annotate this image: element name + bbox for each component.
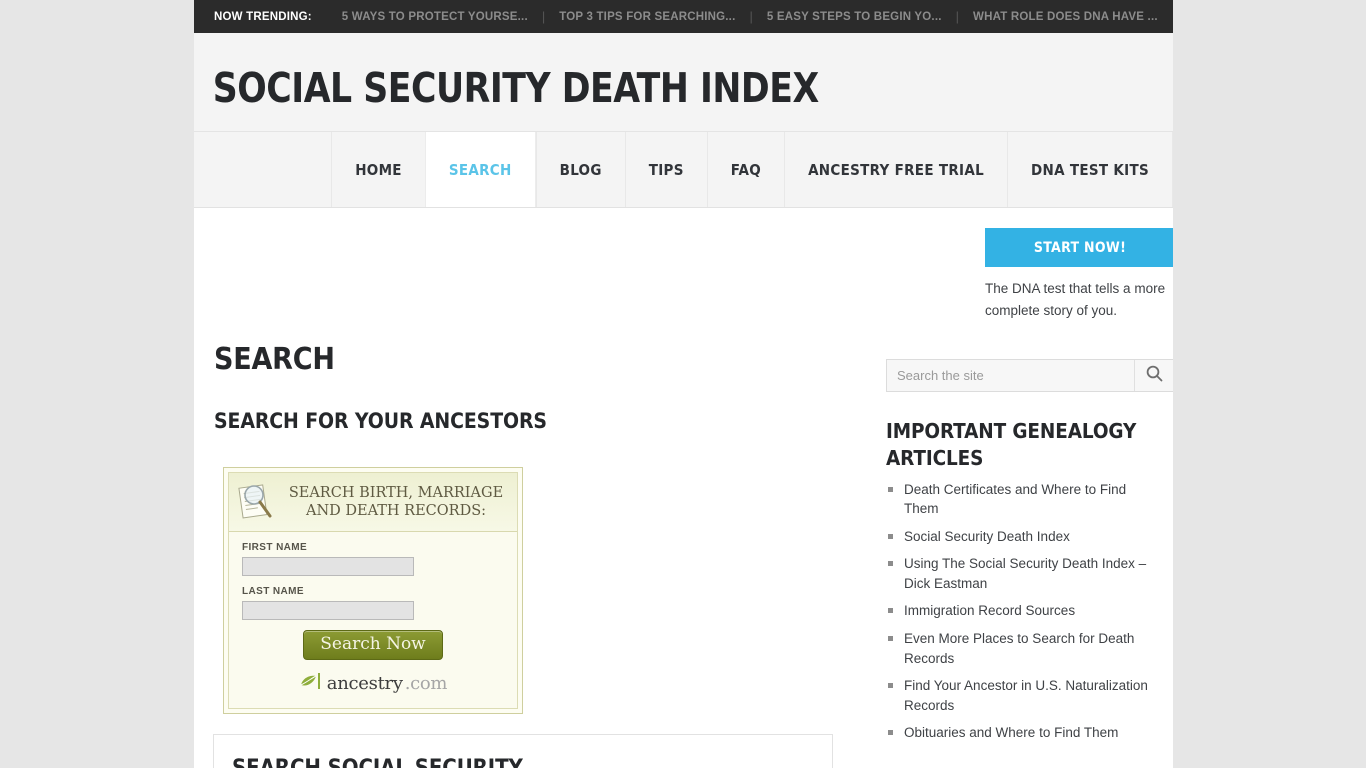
trending-item-2[interactable]: 5 Easy Steps to Begin Yo...: [753, 11, 956, 23]
trending-item-0[interactable]: 5 Ways to Protect Yourse...: [328, 11, 542, 23]
dna-promo-text: The DNA test that tells a more complete …: [985, 281, 1166, 319]
trending-bar: Now Trending: 5 Ways to Protect Yourse..…: [194, 0, 1173, 33]
site-title[interactable]: Social Security Death Index: [194, 53, 1114, 131]
nav-item-blog[interactable]: Blog: [535, 132, 625, 207]
site-header: Social Security Death Index Home Search …: [194, 33, 1173, 208]
search-by-state-title-line1: SEARCH SOCIAL SECURITY: [232, 756, 523, 768]
site-container: Now Trending: 5 Ways to Protect Yourse..…: [194, 0, 1173, 768]
nav-item-ancestry-free-trial[interactable]: Ancestry Free Trial: [784, 132, 1007, 207]
ancestry-widget-body: FIRST NAME LAST NAME Search Now ancestry…: [229, 532, 517, 708]
search-icon: [1146, 365, 1163, 385]
document-magnifier-icon: [235, 481, 277, 523]
list-item[interactable]: Social Security Death Index: [886, 527, 1153, 547]
nav-item-search[interactable]: Search: [424, 132, 536, 207]
first-name-label: FIRST NAME: [242, 542, 308, 553]
search-input[interactable]: [887, 367, 1134, 383]
page-title: Search: [214, 342, 335, 377]
ancestry-widget-title-line2: AND DEATH RECORDS:: [305, 503, 487, 519]
ancestry-logo-com: .com: [404, 673, 448, 694]
first-name-input[interactable]: [242, 557, 414, 576]
ancestry-widget-title: SEARCH BIRTH, MARRIAGE AND DEATH RECORDS…: [283, 484, 509, 520]
last-name-input[interactable]: [242, 601, 414, 620]
ancestry-widget-header: SEARCH BIRTH, MARRIAGE AND DEATH RECORDS…: [229, 473, 517, 532]
important-articles-list: Death Certificates and Where to Find The…: [886, 480, 1153, 743]
site-search-form: [886, 358, 1173, 392]
ancestry-widget-inner: SEARCH BIRTH, MARRIAGE AND DEATH RECORDS…: [228, 472, 518, 709]
ancestry-logo[interactable]: ancestry .com: [242, 671, 504, 696]
sidebar: Start Now! The DNA test that tells a mor…: [864, 208, 1173, 768]
trending-item-1[interactable]: Top 3 Tips for Searching...: [545, 11, 749, 23]
nav-item-tips[interactable]: Tips: [624, 132, 707, 207]
ancestry-widget-title-line1: SEARCH BIRTH, MARRIAGE: [288, 484, 504, 501]
nav-item-home[interactable]: Home: [331, 132, 425, 207]
start-now-button[interactable]: Start Now!: [985, 228, 1173, 267]
list-item[interactable]: Obituaries and Where to Find Them: [886, 723, 1153, 743]
page-root: Now Trending: 5 Ways to Protect Yourse..…: [0, 0, 1366, 768]
last-name-label: LAST NAME: [242, 586, 304, 597]
ancestry-search-button-row: Search Now: [242, 630, 504, 660]
list-item[interactable]: Find Your Ancestor in U.S. Naturalizatio…: [886, 676, 1153, 715]
trending-label: Now Trending:: [214, 10, 312, 23]
main-navigation: Home Search Blog Tips FAQ Ancestry Free …: [194, 131, 1173, 207]
ancestry-logo-name: ancestry: [326, 673, 403, 694]
search-by-state-box: SEARCH SOCIAL SECURITY DEATHS BY STATE: [213, 734, 833, 768]
main-content: Search Search for Your Ancestors: [213, 208, 864, 768]
list-item[interactable]: Immigration Record Sources: [886, 601, 1153, 621]
search-by-state-title: SEARCH SOCIAL SECURITY DEATHS BY STATE: [232, 755, 814, 768]
list-item[interactable]: Even More Places to Search for Death Rec…: [886, 629, 1153, 668]
widget-title-important-articles: Important Genealogy Articles: [886, 418, 1137, 470]
body-wrapper: Search Search for Your Ancestors: [194, 208, 1173, 768]
list-item[interactable]: Using The Social Security Death Index – …: [886, 554, 1153, 593]
trending-item-3[interactable]: What Role Does DNA Have ...: [959, 11, 1172, 23]
nav-item-faq[interactable]: FAQ: [706, 132, 784, 207]
nav-item-dna-test-kits[interactable]: DNA Test Kits: [1007, 132, 1173, 207]
widget-important-articles: Important Genealogy Articles Death Certi…: [886, 418, 1153, 743]
list-item[interactable]: Death Certificates and Where to Find The…: [886, 480, 1153, 519]
search-submit-button[interactable]: [1134, 359, 1173, 391]
ancestry-search-now-button[interactable]: Search Now: [303, 630, 443, 660]
ancestry-search-widget: SEARCH BIRTH, MARRIAGE AND DEATH RECORDS…: [223, 467, 523, 714]
section-subtitle: Search for Your Ancestors: [214, 409, 547, 433]
ancestry-leaf-icon: [299, 671, 325, 696]
